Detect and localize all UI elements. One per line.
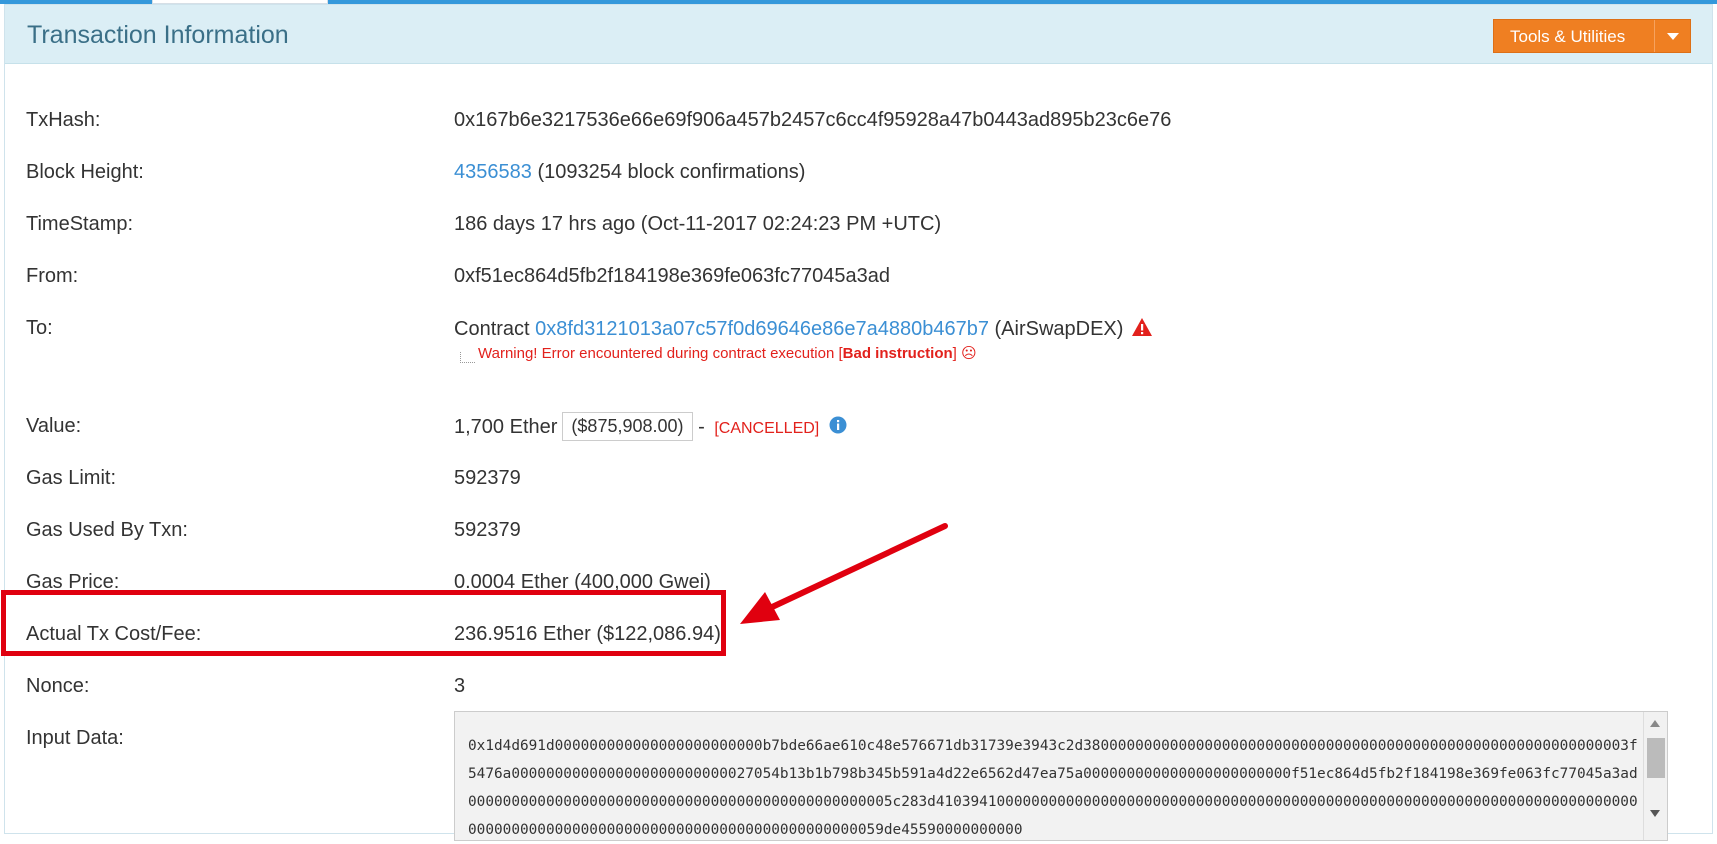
panel-header: Transaction Information Tools & Utilitie… (5, 5, 1712, 64)
scroll-down-icon[interactable] (1650, 810, 1660, 817)
txhash-label: TxHash: (26, 109, 101, 131)
block-confirmations: (1093254 block confirmations) (537, 161, 806, 183)
tools-utilities-label: Tools & Utilities (1510, 27, 1626, 46)
gas-limit-label: Gas Limit: (26, 467, 117, 489)
info-circle-icon[interactable] (829, 416, 847, 440)
txhash-value: 0x167b6e3217536e66e69f906a457b2457c6cc4f… (454, 109, 1172, 131)
from-address-link[interactable]: 0xf51ec864d5fb2f184198e369fe063fc77045a3… (454, 265, 890, 288)
usd-value-box: ($875,908.00) (562, 412, 693, 441)
contract-prefix: Contract (454, 318, 530, 340)
highlight-box (1, 590, 726, 656)
chevron-down-icon[interactable] (1654, 20, 1690, 52)
cancelled-status: [CANCELLED] (714, 420, 820, 437)
row-from: From: 0xf51ec864d5fb2f184198e369fe063fc7… (0, 252, 1717, 304)
tree-connector (460, 352, 475, 363)
warning-prefix: Warning! Error encountered during contra… (478, 345, 843, 362)
block-height-label: Block Height: (26, 161, 144, 183)
block-height-value: 4356583 (1093254 block confirmations) (454, 161, 805, 184)
panel-title: Transaction Information (27, 21, 289, 49)
gas-limit-value: 592379 (454, 467, 521, 489)
contract-name: (AirSwapDEX) (994, 318, 1124, 340)
tools-utilities-button[interactable]: Tools & Utilities (1493, 19, 1691, 53)
warning-bold: Bad instruction (842, 345, 953, 362)
input-data-label: Input Data: (26, 727, 124, 749)
value-label: Value: (26, 415, 82, 437)
scroll-up-icon[interactable] (1650, 720, 1660, 727)
row-value: Value: 1,700 Ether ($875,908.00) - [CANCE… (0, 402, 1717, 454)
warning-triangle-icon (1131, 317, 1153, 343)
block-height-link[interactable]: 4356583 (454, 161, 532, 183)
sad-face-icon: ☹ (961, 345, 977, 362)
input-data-value[interactable]: 0x1d4d691d000000000000000000000000b7bde6… (468, 732, 1638, 844)
value-dash: - (698, 416, 705, 438)
row-gas-limit: Gas Limit: 592379 (0, 454, 1717, 506)
ether-amount: 1,700 Ether (454, 416, 558, 438)
nonce-value: 3 (454, 675, 466, 697)
scroll-thumb[interactable] (1647, 738, 1665, 778)
to-value: Contract 0x8fd3121013a07c57f0d69646e86e7… (454, 317, 1153, 343)
row-timestamp: TimeStamp: 186 days 17 hrs ago (Oct-11-2… (0, 200, 1717, 252)
to-label: To: (26, 317, 53, 339)
row-gas-used: Gas Used By Txn: 592379 (0, 506, 1717, 558)
row-nonce: Nonce: 3 (0, 662, 1717, 714)
timestamp-value: 186 days 17 hrs ago (Oct-11-2017 02:24:2… (454, 213, 942, 235)
warning-suffix: ] (952, 345, 957, 362)
row-txhash: TxHash: 0x167b6e3217536e66e69f906a457b24… (0, 96, 1717, 148)
gas-used-label: Gas Used By Txn: (26, 519, 188, 541)
from-label: From: (26, 265, 79, 287)
gas-used-value: 592379 (454, 519, 521, 541)
timestamp-label: TimeStamp: (26, 213, 134, 235)
row-block-height: Block Height: 4356583 (1093254 block con… (0, 148, 1717, 200)
nonce-label: Nonce: (26, 675, 90, 697)
to-address-link[interactable]: 0x8fd3121013a07c57f0d69646e86e7a4880b467… (535, 318, 989, 340)
value-content: 1,700 Ether ($875,908.00) - [CANCELLED] (454, 412, 847, 441)
input-data-textarea[interactable]: 0x1d4d691d000000000000000000000000b7bde6… (454, 711, 1668, 841)
input-scrollbar[interactable] (1643, 712, 1667, 840)
warning-text: Warning! Error encountered during contra… (478, 344, 977, 362)
